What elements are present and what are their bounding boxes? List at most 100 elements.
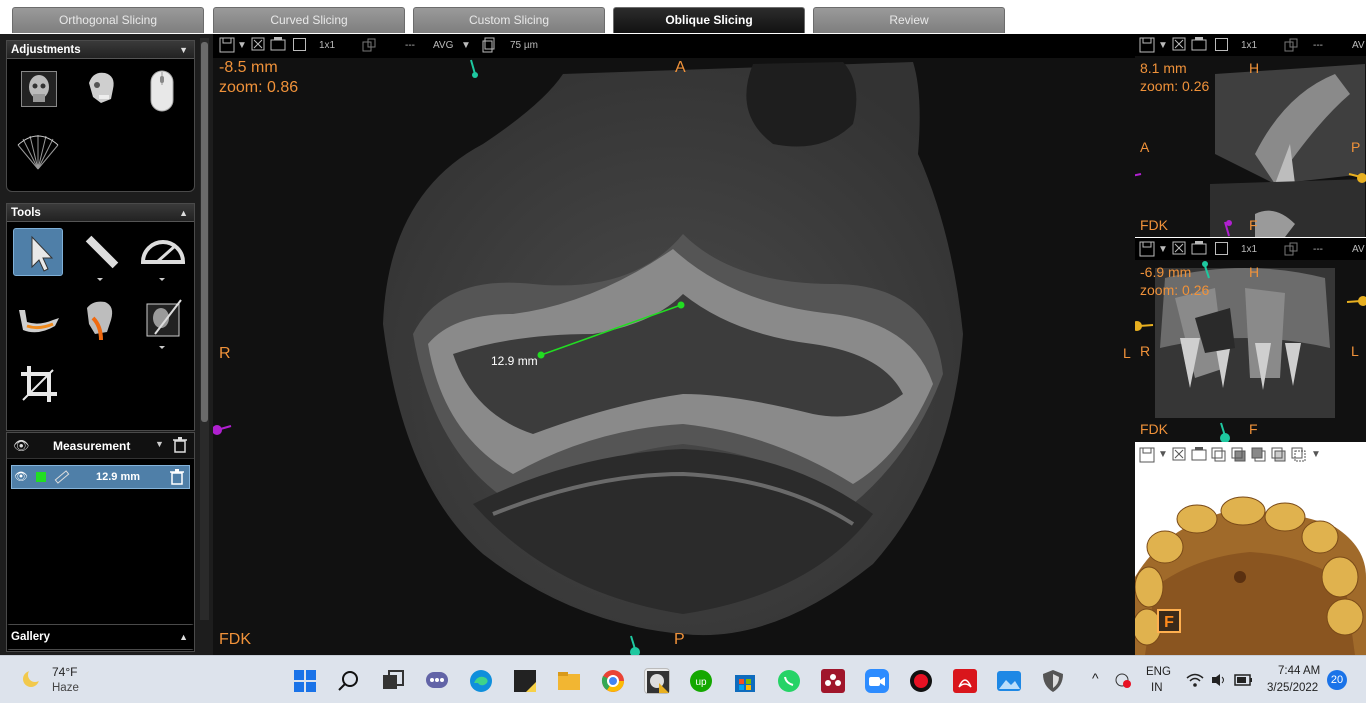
windows-start-icon[interactable]	[292, 668, 318, 694]
volume-render-view[interactable]: ▼ ▼ F	[1135, 443, 1366, 655]
language-primary[interactable]: ENG	[1146, 666, 1171, 678]
dental-app-icon[interactable]	[644, 668, 670, 694]
tab-oblique-slicing[interactable]: Oblique Slicing	[613, 7, 805, 33]
tab-curved-slicing[interactable]: Curved Slicing	[213, 7, 405, 33]
main-oblique-view[interactable]: ▼ 1x1 --- AVG ▼ 75 µm -8.5 mm zoom: 0.86…	[213, 34, 1135, 655]
clip-box-icon-4[interactable]	[1271, 447, 1287, 466]
mode-dropdown-icon[interactable]: ▼	[461, 40, 471, 51]
volume-snapshot-icon[interactable]	[1191, 447, 1207, 464]
measurement-dropdown-icon[interactable]: ▼	[155, 439, 164, 449]
network-status-icon[interactable]	[1114, 672, 1132, 693]
left-panel-scrollbar[interactable]	[200, 38, 209, 620]
whatsapp-icon[interactable]	[776, 668, 802, 694]
weather-description[interactable]: Haze	[52, 682, 79, 694]
item-color-swatch[interactable]	[36, 472, 46, 482]
sticky-notes-icon[interactable]	[512, 668, 538, 694]
wifi-icon[interactable]	[1186, 672, 1204, 693]
sagittal-snapshot-icon[interactable]	[1191, 37, 1207, 54]
expand-gallery-icon[interactable]: ▲	[179, 625, 188, 649]
clip-box-icon-5[interactable]	[1291, 447, 1307, 466]
tab-custom-slicing[interactable]: Custom Slicing	[413, 7, 605, 33]
edge-browser-icon[interactable]	[468, 668, 494, 694]
ruler-tool-button[interactable]	[75, 228, 125, 281]
notification-badge[interactable]: 20	[1327, 670, 1347, 690]
measurement-endpoint-a[interactable]	[537, 351, 545, 359]
slice-thickness-value[interactable]: 75 µm	[510, 40, 538, 51]
acrobat-icon[interactable]	[952, 668, 978, 694]
coronal-snapshot-icon[interactable]	[1191, 241, 1207, 258]
fit-view-icon[interactable]	[251, 37, 265, 54]
weather-temperature[interactable]: 74°F	[52, 665, 77, 679]
clock-time[interactable]: 7:44 AM	[1278, 665, 1320, 677]
coronal-layout-label[interactable]: 1x1	[1241, 244, 1257, 255]
annotate-tool-button[interactable]	[137, 296, 187, 349]
jaw-tool-button[interactable]	[13, 296, 63, 344]
volume-save-dropdown-icon[interactable]: ▼	[1158, 449, 1168, 460]
tab-orthogonal-slicing[interactable]: Orthogonal Slicing	[12, 7, 204, 33]
coronal-wl-box[interactable]	[1215, 242, 1228, 255]
vpn-shield-icon[interactable]	[1040, 668, 1066, 694]
zoom-icon[interactable]	[864, 668, 890, 694]
show-hidden-icons[interactable]: ^	[1092, 670, 1099, 686]
render-mode-select[interactable]: AVG	[433, 40, 453, 51]
clip-dropdown-icon[interactable]: ▼	[1311, 449, 1321, 460]
search-icon[interactable]	[336, 668, 362, 694]
photos-icon[interactable]	[996, 668, 1022, 694]
volume-save-icon[interactable]	[1139, 447, 1155, 466]
skull-side-thumbnail[interactable]	[83, 69, 119, 105]
upwork-icon[interactable]: up	[688, 668, 714, 694]
coronal-view[interactable]: ▼ 1x1 --- AV -6.9 mm zoom: 0.26 H R L FD…	[1135, 238, 1366, 442]
measurement-annotation-label[interactable]: 12.9 mm	[491, 354, 538, 368]
tab-review[interactable]: Review	[813, 7, 1005, 33]
visibility-eye-icon[interactable]: 👁	[13, 438, 30, 454]
layout-label[interactable]: 1x1	[319, 40, 335, 51]
sagittal-link-icon[interactable]	[1283, 37, 1299, 56]
select-tool-button[interactable]	[13, 228, 63, 276]
volume-fit-icon[interactable]	[1172, 447, 1186, 464]
sagittal-view[interactable]: ▼ 1x1 --- AV 8.1 mm zoom: 0.26 H A P FDK…	[1135, 34, 1366, 237]
ct-axial-slice[interactable]	[213, 34, 1135, 655]
sagittal-fit-icon[interactable]	[1172, 37, 1186, 54]
item-visibility-eye-icon[interactable]: 👁	[14, 470, 28, 483]
chat-icon[interactable]	[424, 668, 450, 694]
coronal-link-icon[interactable]	[1283, 241, 1299, 260]
collapse-tools-icon[interactable]: ▲	[179, 204, 188, 222]
panoramic-fan-thumbnail[interactable]	[15, 133, 61, 173]
sagittal-save-dropdown-icon[interactable]: ▼	[1158, 40, 1168, 51]
measurement-list-item[interactable]: 👁 12.9 mm	[11, 465, 190, 489]
record-icon[interactable]	[908, 668, 934, 694]
sagittal-wl-box[interactable]	[1215, 38, 1228, 51]
coronal-save-dropdown-icon[interactable]: ▼	[1158, 244, 1168, 255]
clock-date[interactable]: 3/25/2022	[1267, 682, 1318, 694]
file-explorer-icon[interactable]	[556, 668, 582, 694]
clip-box-icon-1[interactable]	[1211, 447, 1227, 466]
coronal-mode-label[interactable]: AV	[1352, 244, 1365, 255]
snapshot-icon[interactable]	[270, 37, 286, 54]
sagittal-save-icon[interactable]	[1139, 37, 1155, 56]
crop-tool-button[interactable]	[13, 360, 63, 408]
link-icon[interactable]	[361, 37, 377, 56]
language-secondary[interactable]: IN	[1151, 682, 1163, 694]
volume-icon[interactable]	[1210, 672, 1228, 693]
coronal-save-icon[interactable]	[1139, 241, 1155, 260]
thickness-icon[interactable]	[481, 37, 495, 56]
task-view-icon[interactable]	[380, 668, 406, 694]
skull-front-thumbnail[interactable]	[21, 71, 57, 107]
clip-box-icon-3[interactable]	[1251, 447, 1267, 466]
coronal-fit-icon[interactable]	[1172, 241, 1186, 258]
clip-box-icon-2[interactable]	[1231, 447, 1247, 466]
angle-tool-button[interactable]	[137, 228, 187, 281]
collapse-adjustments-icon[interactable]: ▼	[179, 41, 188, 59]
weather-moon-icon[interactable]	[20, 668, 42, 695]
save-icon[interactable]	[219, 37, 235, 56]
store-icon[interactable]	[732, 668, 758, 694]
window-level-box[interactable]	[293, 38, 306, 51]
delete-all-icon[interactable]	[173, 437, 187, 458]
sagittal-layout-label[interactable]: 1x1	[1241, 40, 1257, 51]
delete-measurement-icon[interactable]	[170, 469, 184, 490]
orientation-cube-face[interactable]: F	[1157, 609, 1181, 633]
battery-icon[interactable]	[1234, 673, 1254, 692]
mendeley-icon[interactable]	[820, 668, 846, 694]
save-dropdown-icon[interactable]: ▼	[237, 40, 247, 51]
skull-nerve-tool-button[interactable]	[75, 296, 125, 344]
